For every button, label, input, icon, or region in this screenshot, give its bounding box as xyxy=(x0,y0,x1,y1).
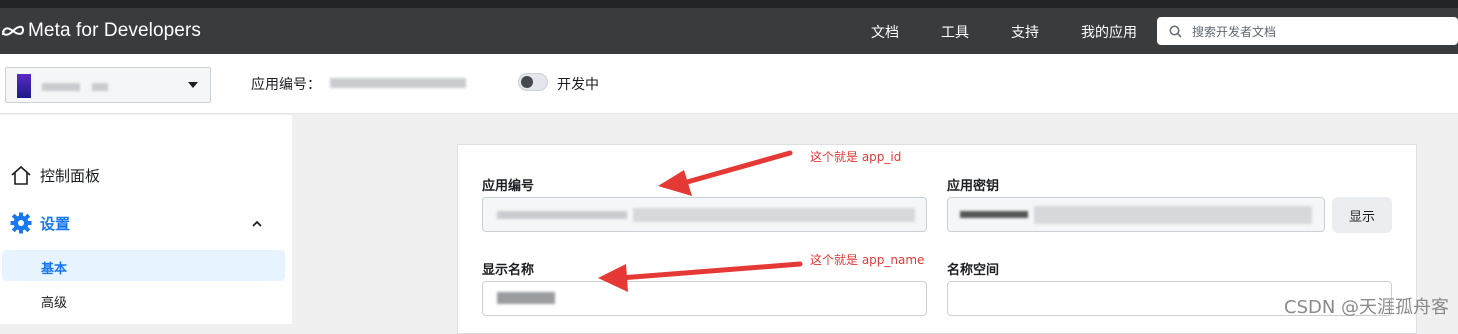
app-name-annotation: 这个就是 app_name xyxy=(810,253,925,267)
annotation-arrows xyxy=(598,150,803,292)
arrow-to-app-name xyxy=(598,261,803,292)
arrow-to-app-id xyxy=(658,150,793,196)
watermark: CSDN @天涯孤舟客 xyxy=(1284,297,1450,318)
app-id-annotation: 这个就是 app_id xyxy=(810,150,902,164)
